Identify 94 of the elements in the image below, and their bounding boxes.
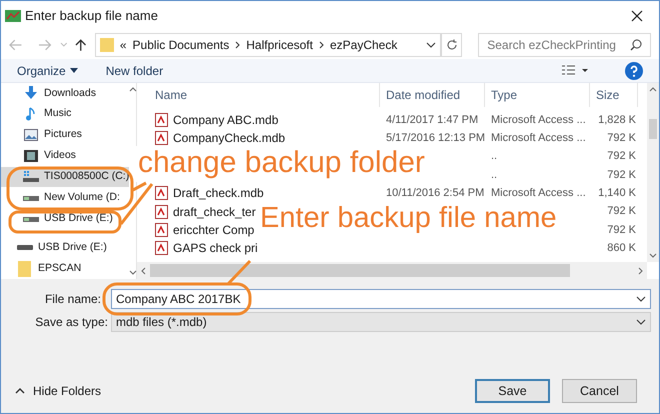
organize-menu[interactable]: Organize <box>17 62 78 80</box>
sidebar-item[interactable]: New Volume (D: <box>1 187 130 208</box>
file-name-field[interactable]: Company ABC 2017BK <box>111 289 651 309</box>
date-modified: 5/17/2016 12:13 PM <box>386 131 486 146</box>
file-type: Microsoft Access ... <box>491 186 586 202</box>
scroll-up-icon[interactable] <box>129 87 138 92</box>
scroll-thumb[interactable] <box>150 264 570 277</box>
database-file-icon <box>155 241 168 256</box>
horizontal-scrollbar[interactable] <box>137 262 647 279</box>
sidebar-item[interactable]: Pictures <box>1 124 130 146</box>
annotation-text: change backup folder <box>136 146 427 182</box>
app-icon <box>5 10 21 22</box>
file-type: .. <box>491 168 498 183</box>
caret-icon <box>70 68 78 73</box>
caret-up-icon <box>15 388 25 394</box>
new-folder-button[interactable]: New folder <box>106 62 164 80</box>
database-file-icon <box>155 204 168 219</box>
sidebar-item[interactable]: Music <box>1 104 130 125</box>
search-placeholder: Search ezCheckPrinting <box>487 37 617 54</box>
file-name[interactable]: CompanyCheck.mdb <box>173 129 286 148</box>
chevron-icon <box>235 41 240 49</box>
date-modified: 4/11/2017 1:47 PM <box>386 112 478 128</box>
picture-icon <box>24 129 38 142</box>
up-arrow-icon[interactable] <box>75 38 87 52</box>
save-as-type-label: Save as type: <box>34 314 109 331</box>
save-button[interactable]: Save <box>475 379 550 403</box>
drive-icon <box>23 214 39 223</box>
scroll-down-icon[interactable] <box>129 270 138 275</box>
scroll-thumb[interactable] <box>649 119 657 139</box>
file-type: Microsoft Access ... <box>491 131 586 146</box>
column-header[interactable]: Type <box>485 83 590 107</box>
chevron-icon <box>318 41 324 49</box>
database-file-icon <box>155 113 168 128</box>
column-header[interactable]: Date modified <box>380 83 485 107</box>
sidebar-item[interactable]: USB Drive (E:) <box>1 237 130 258</box>
cancel-button[interactable]: Cancel <box>562 379 637 403</box>
sidebar-item[interactable]: Downloads <box>1 83 130 104</box>
file-name[interactable]: Draft_check.mdb <box>173 184 264 202</box>
file-name[interactable]: ericchter Comp <box>173 220 254 239</box>
window-title: Enter backup file name <box>25 7 158 26</box>
dropdown-caret-icon <box>636 319 646 325</box>
database-file-icon <box>155 186 168 200</box>
hide-folders-button[interactable]: Hide Folders <box>9 382 102 400</box>
save-as-type-dropdown[interactable]: mdb files (*.mdb) <box>111 312 651 332</box>
file-name[interactable]: GAPS check pri <box>173 239 258 258</box>
annotation-line <box>226 260 252 286</box>
refresh-button[interactable] <box>441 33 462 57</box>
file-type: Microsoft Access ... <box>491 112 586 128</box>
folder-icon <box>100 37 114 53</box>
file-size: 792 K <box>607 149 636 164</box>
dropdown-caret-icon[interactable] <box>636 296 646 302</box>
drive-icon <box>17 244 33 251</box>
file-type: .. <box>491 149 498 164</box>
breadcrumb[interactable]: Halfpricesoft <box>246 36 313 54</box>
column-header[interactable]: Name <box>137 83 380 107</box>
scroll-down-icon[interactable] <box>649 253 657 258</box>
file-size: 1,828 K <box>598 112 636 128</box>
file-size: 1,140 K <box>598 186 636 202</box>
refresh-icon <box>446 39 458 51</box>
file-name-label: File name: <box>44 291 102 308</box>
close-icon[interactable] <box>631 10 643 22</box>
drive-icon <box>23 194 39 202</box>
sidebar-item[interactable]: EPSCAN <box>1 258 130 280</box>
save-as-type-value: mdb files (*.mdb) <box>116 314 208 331</box>
file-size: 792 K <box>607 168 636 183</box>
breadcrumb[interactable]: Public Documents <box>132 36 230 54</box>
scroll-left-icon[interactable] <box>141 266 146 274</box>
column-header[interactable]: Size <box>590 83 638 107</box>
scroll-up-icon[interactable] <box>649 87 657 92</box>
file-size: 792 K <box>607 131 636 146</box>
search-field[interactable]: Search ezCheckPrinting <box>478 33 652 57</box>
file-name[interactable]: draft_check_ter <box>173 202 256 221</box>
drive-icon <box>23 171 39 183</box>
help-icon[interactable] <box>625 62 643 80</box>
file-size: 860 K <box>607 240 636 256</box>
scroll-right-icon[interactable] <box>638 266 643 274</box>
overflow-chevrons[interactable]: « <box>120 36 127 54</box>
file-name-value: Company ABC 2017BK <box>116 291 242 308</box>
date-modified: 10/11/2016 2:54 PM <box>386 186 484 202</box>
film-icon <box>24 150 38 162</box>
address-bar[interactable]: « Public Documents Halfpricesoft ezPayCheck <box>94 33 442 57</box>
file-size: 792 K <box>607 204 636 220</box>
breadcrumb[interactable]: ezPayCheck <box>330 36 398 54</box>
search-icon <box>630 39 642 51</box>
file-size: 792 K <box>607 222 636 238</box>
view-options-icon[interactable] <box>561 64 589 76</box>
dropdown-caret-icon[interactable] <box>426 42 436 48</box>
database-file-icon <box>155 222 168 237</box>
file-name[interactable]: Company ABC.mdb <box>173 111 278 130</box>
folder-icon <box>18 260 32 277</box>
database-file-icon <box>155 131 168 146</box>
download-arrow-icon <box>24 86 38 100</box>
sidebar-item[interactable]: Videos <box>1 146 130 167</box>
sidebar-item[interactable]: USB Drive (E:) <box>1 208 130 230</box>
